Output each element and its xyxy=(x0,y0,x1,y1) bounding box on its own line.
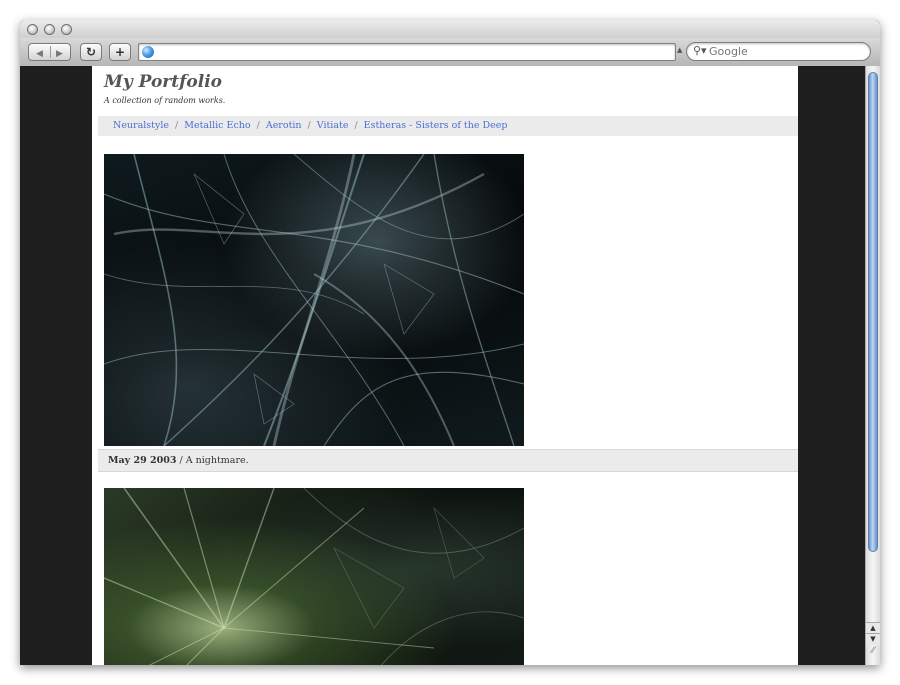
portfolio-nav: Neuralstyle / Metallic Echo / Aerotin / Vitiat… xyxy=(98,116,798,136)
zoom-window-button[interactable] xyxy=(61,24,72,35)
nav-separator: / xyxy=(256,120,260,131)
address-bar[interactable] xyxy=(138,43,676,61)
address-toggle-icon[interactable]: ▲ xyxy=(677,46,682,54)
close-window-button[interactable] xyxy=(27,24,38,35)
scroll-down-icon[interactable]: ▼ xyxy=(866,633,880,645)
post-description: A nightmare. xyxy=(185,455,249,466)
page-content: My Portfolio A collection of random work… xyxy=(92,66,798,665)
browser-window: ◀▶ ↻ + ▲ ⚲▾ My Portfolio A collection of… xyxy=(20,20,880,665)
caption-separator: / xyxy=(176,455,186,466)
back-forward-buttons[interactable]: ◀ ▶ xyxy=(28,43,71,61)
nav-link-aerotin[interactable]: Aerotin xyxy=(266,120,302,131)
add-bookmark-button[interactable]: + xyxy=(109,43,131,61)
forward-arrow-icon[interactable]: ▶ xyxy=(50,46,70,62)
back-arrow-icon[interactable]: ◀ xyxy=(30,46,50,62)
globe-icon xyxy=(142,46,154,58)
reload-icon: ↻ xyxy=(85,45,97,59)
nav-separator: / xyxy=(354,120,358,131)
vertical-scrollbar[interactable]: ▲ ▼ ⁄⁄ xyxy=(865,66,880,665)
post-caption: May 29 2003 / A nightmare. xyxy=(98,449,798,472)
nav-link-vitiate[interactable]: Vitiate xyxy=(317,120,349,131)
scrollbar-thumb[interactable] xyxy=(868,72,878,552)
plus-icon: + xyxy=(114,45,126,59)
search-icon[interactable]: ⚲▾ xyxy=(693,44,707,57)
nav-link-neuralstyle[interactable]: Neuralstyle xyxy=(113,120,169,131)
search-field[interactable]: ⚲▾ xyxy=(686,42,871,61)
title-bar xyxy=(20,20,880,39)
search-input[interactable] xyxy=(709,44,859,58)
artwork-image-nightmare[interactable] xyxy=(104,154,524,446)
site-title: My Portfolio xyxy=(104,72,222,92)
resize-grip-icon[interactable]: ⁄⁄ xyxy=(866,646,880,665)
post-date: May 29 2003 xyxy=(108,455,177,466)
reload-button[interactable]: ↻ xyxy=(80,43,102,61)
nav-separator: / xyxy=(307,120,311,131)
nav-link-estheras[interactable]: Estheras - Sisters of the Deep xyxy=(364,120,508,131)
page-viewport: My Portfolio A collection of random work… xyxy=(20,66,865,665)
nav-link-metallic-echo[interactable]: Metallic Echo xyxy=(184,120,250,131)
nav-separator: / xyxy=(175,120,179,131)
artwork-image-second[interactable] xyxy=(104,488,524,665)
minimize-window-button[interactable] xyxy=(44,24,55,35)
site-tagline: A collection of random works. xyxy=(104,96,226,105)
